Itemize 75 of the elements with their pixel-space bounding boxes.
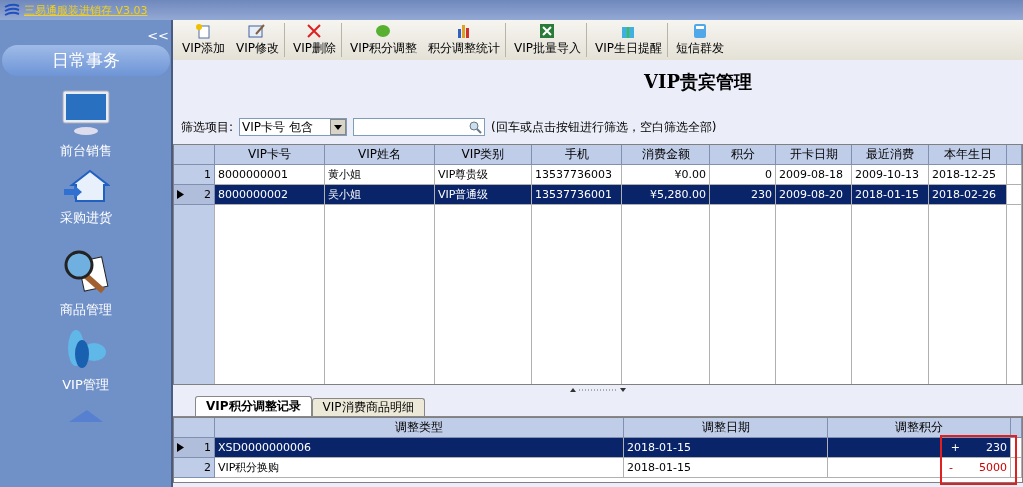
header-corner [174,418,215,438]
tab[interactable]: VIP消费商品明细 [311,398,425,416]
table-cell: XSD0000000006 [215,438,624,458]
window-title: 三易通服装进销存 V3.03 [24,2,148,18]
toolbar-button[interactable]: VIP修改 [231,23,285,57]
table-cell: + 230 [828,438,1011,458]
column-header[interactable]: 调整类型 [215,418,624,438]
table-cell: 2009-10-13 [852,165,929,185]
row-pointer-icon [177,190,184,199]
column-header[interactable]: 积分 [710,145,776,165]
column-header[interactable]: 手机 [532,145,622,165]
table-cell: 0 [710,165,776,185]
bar-chart-icon [455,23,472,39]
table-cell: ¥0.00 [622,165,710,185]
header-filler [1011,418,1022,438]
row-number: 1 [174,165,215,185]
column-header[interactable]: 最近消费 [852,145,929,165]
house-icon [61,169,110,204]
monitor-icon [61,89,110,136]
table-cell: 2009-08-20 [776,185,852,205]
table-cell: VIP尊贵级 [435,165,532,185]
toolbar-button[interactable]: VIP生日提醒 [589,23,668,57]
column-header[interactable]: 开卡日期 [776,145,852,165]
table-cell: ¥5,280.00 [622,185,710,205]
edit-icon [248,23,267,39]
table-cell: VIP普通级 [435,185,532,205]
spreadsheet-icon [539,23,556,39]
magnifier-icon [62,248,109,295]
toolbar-button[interactable]: VIP积分调整 [344,23,423,57]
page-title: VIP贵宾管理 [643,70,753,94]
toolbar-button[interactable]: 积分调整统计 [422,23,506,57]
filter-select[interactable]: VIP卡号 包含 [239,118,348,136]
row-number: 2 [174,458,215,478]
filter-label: 筛选项目: [181,118,234,136]
table-cell: 8000000001 [215,165,325,185]
column-header[interactable]: 本年生日 [929,145,1007,165]
close-icon [306,23,323,39]
app-logo-icon [4,3,20,17]
table-cell: 吴小姐 [325,185,435,205]
row-pointer-icon [177,443,184,452]
table-cell: 2018-02-26 [929,185,1007,205]
column-header[interactable]: VIP姓名 [325,145,435,165]
header-corner [174,145,215,165]
new-document-icon [195,23,212,39]
header-filler [1007,145,1022,165]
column-header[interactable]: VIP类别 [435,145,532,165]
search-field[interactable] [353,118,486,136]
table-cell: 8000000002 [215,185,325,205]
tab[interactable]: VIP积分调整记录 [195,396,312,416]
row-number: 1 [174,438,215,458]
table-cell: 黄小姐 [325,165,435,185]
calculator-icon [692,23,707,39]
table-cell: 13537736003 [532,165,622,185]
column-header[interactable]: 消费金额 [622,145,710,165]
table-cell: 2018-01-15 [624,438,828,458]
table-cell: 13537736001 [532,185,622,205]
filter-hint: (回车或点击按钮进行筛选，空白筛选全部) [491,118,717,136]
column-header[interactable]: 调整积分 [828,418,1011,438]
leaf-icon [375,23,392,39]
column-header[interactable]: 调整日期 [624,418,828,438]
table-cell: 230 [710,185,776,205]
table-cell: - 5000 [828,458,1011,478]
toolbar-button[interactable]: 短信群发 [670,23,730,57]
toolbar-button[interactable]: VIP添加 [177,23,231,57]
table-cell: 2018-12-25 [929,165,1007,185]
row-number: 2 [174,185,215,205]
toolbar-button[interactable]: VIP删除 [287,23,342,57]
table-cell: VIP积分换购 [215,458,624,478]
table-cell: 2018-01-15 [852,185,929,205]
table-cell: 2009-08-18 [776,165,852,185]
table-cell: 2018-01-15 [624,458,828,478]
search-icon[interactable] [468,120,483,134]
splitter-handle[interactable] [570,387,626,393]
toolbar-button[interactable]: VIP批量导入 [508,23,587,57]
column-header[interactable]: VIP卡号 [215,145,325,165]
